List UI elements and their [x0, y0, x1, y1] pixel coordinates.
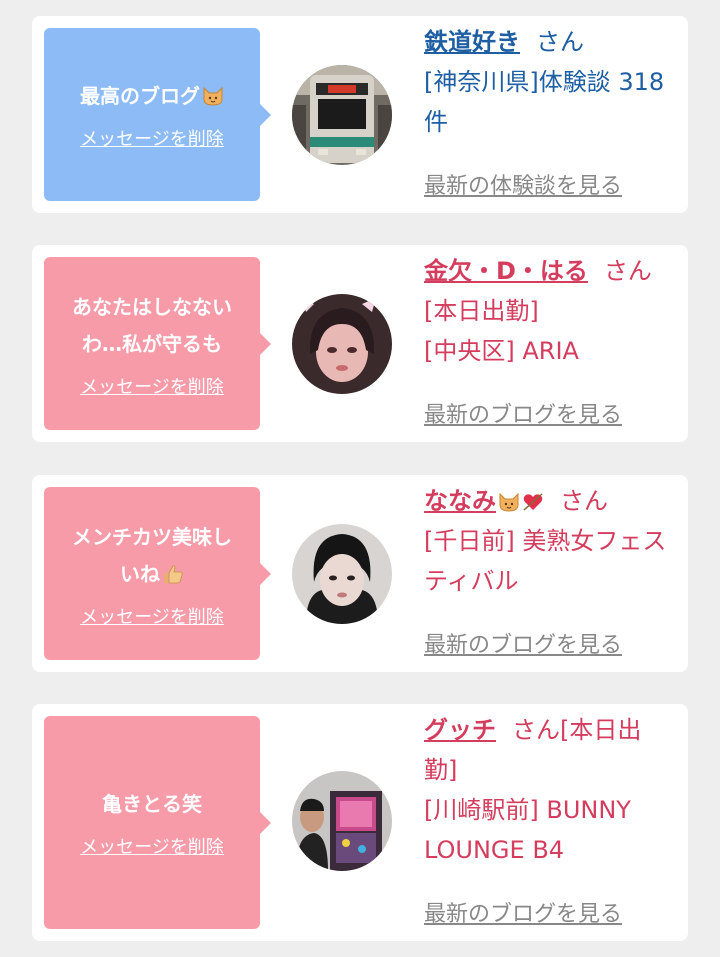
shop-info-cont: ティバル [424, 567, 519, 595]
avatar[interactable] [292, 771, 392, 871]
user-info: ななみ さん [千日前] 美熟女フェス ティバル [424, 487, 674, 601]
thumbs-up-icon [160, 562, 184, 586]
user-name-link[interactable]: 鉄道好き [424, 28, 520, 56]
honorific: さん [603, 257, 652, 285]
message-card-1: 最高のブログ メッセージを削除 鉄道好き さん [神奈川県]体験談 318 件 最… [32, 16, 688, 213]
avatar[interactable] [292, 524, 392, 624]
delete-message-link[interactable]: メッセージを削除 [80, 373, 224, 399]
shop-info-cont: LOUNGE B4 [424, 836, 565, 864]
latest-link[interactable]: 最新の体験談を見る [424, 168, 622, 200]
user-name-link[interactable]: グッチ [424, 716, 496, 744]
shop-info: [川崎駅前] BUNNY [424, 796, 631, 824]
cat-face-icon [200, 84, 224, 108]
bubble-message: 亀きとる笑 [102, 792, 202, 816]
bubble-message: 最高のブログ [80, 78, 224, 115]
delete-message-link[interactable]: メッセージを削除 [80, 603, 224, 629]
user-info: 金欠・D・はる さん [本日出勤] [中央区] ARIA [424, 257, 674, 371]
avatar[interactable] [292, 294, 392, 394]
message-bubble: 亀きとる笑 メッセージを削除 [44, 716, 271, 929]
user-info: 鉄道好き さん [神奈川県]体験談 318 件 [424, 28, 674, 142]
delete-message-link[interactable]: メッセージを削除 [80, 833, 224, 859]
cat-face-icon [496, 487, 520, 515]
user-name-link[interactable]: ななみ [424, 487, 496, 515]
message-card-4: 亀きとる笑 メッセージを削除 グッチ さん[本日出 勤] [川崎駅前] BUNNY… [32, 704, 688, 941]
honorific: さん[本日出 [512, 716, 642, 744]
delete-message-link[interactable]: メッセージを削除 [80, 125, 224, 151]
latest-link[interactable]: 最新のブログを見る [424, 397, 622, 429]
work-status: [本日出勤] [424, 297, 539, 325]
shop-info: [神奈川県]体験談 318 [424, 68, 665, 96]
honorific: さん [536, 28, 584, 56]
shop-info-cont: 件 [424, 108, 448, 136]
message-bubble: 最高のブログ メッセージを削除 [44, 28, 271, 201]
message-bubble: メンチカツ美味し いね メッセージを削除 [44, 487, 271, 660]
message-bubble: あなたはしなない わ…私が守るも メッセージを削除 [44, 257, 271, 430]
heart-arrow-icon [520, 487, 544, 515]
latest-link[interactable]: 最新のブログを見る [424, 896, 622, 928]
user-name-link[interactable]: 金欠・D・はる [424, 257, 588, 285]
honorific: さん [560, 487, 608, 515]
shop-info: [千日前] 美熟女フェス [424, 527, 667, 555]
avatar[interactable] [292, 65, 392, 165]
bubble-message: メンチカツ美味し いね [72, 524, 232, 586]
latest-link[interactable]: 最新のブログを見る [424, 627, 622, 659]
message-card-2: あなたはしなない わ…私が守るも メッセージを削除 金欠・D・はる さん [本日出… [32, 245, 688, 442]
message-card-3: メンチカツ美味し いね メッセージを削除 ななみ さん [千日前] 美熟女フェス … [32, 475, 688, 672]
work-status-cont: 勤] [424, 756, 458, 784]
shop-info: [中央区] ARIA [424, 337, 579, 365]
user-info: グッチ さん[本日出 勤] [川崎駅前] BUNNY LOUNGE B4 [424, 716, 674, 870]
bubble-message: あなたはしなない わ…私が守るも [72, 294, 232, 356]
